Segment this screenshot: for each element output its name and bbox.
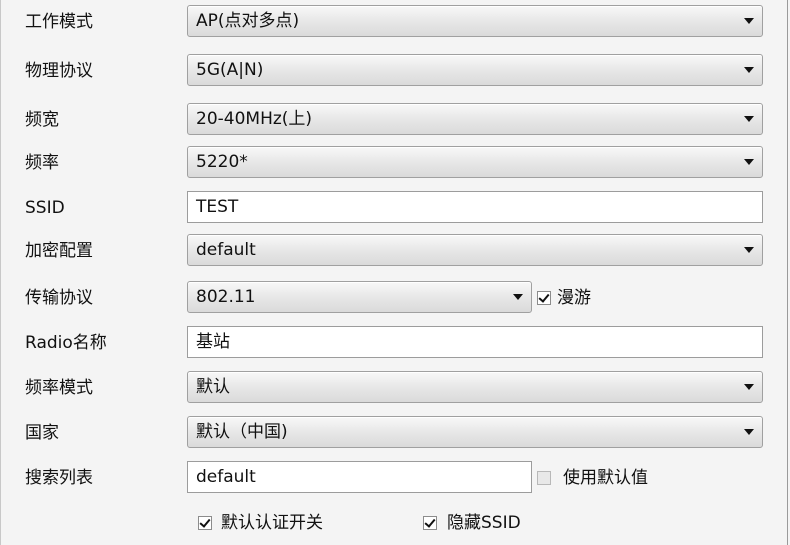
chevron-down-icon [744, 384, 754, 390]
encryption-value: default [196, 240, 256, 260]
chevron-down-icon [513, 294, 523, 300]
chevron-down-icon [744, 67, 754, 73]
country-select[interactable]: 默认（中国) [187, 416, 763, 448]
use-default-checkbox[interactable] [537, 471, 551, 485]
check-icon [199, 516, 211, 528]
radio-name-label: Radio名称 [25, 333, 107, 353]
row-work-mode: 工作模式 AP(点对多点) [1, 0, 790, 44]
chevron-down-icon [744, 247, 754, 253]
frequency-mode-select[interactable]: 默认 [187, 371, 763, 403]
search-list-input[interactable]: default [187, 461, 532, 493]
row-search-list: 搜索列表 default 使用默认值 [1, 456, 790, 500]
row-frequency-mode: 频率模式 默认 [1, 366, 790, 410]
frequency-mode-value: 默认 [196, 377, 230, 397]
country-label: 国家 [25, 423, 59, 443]
use-default-label: 使用默认值 [563, 468, 648, 488]
roaming-label: 漫游 [557, 288, 591, 308]
row-physical-protocol: 物理协议 5G(A|N) [1, 49, 790, 93]
transport-protocol-value: 802.11 [196, 287, 256, 307]
auth-switch-checkbox[interactable] [198, 516, 212, 530]
frequency-select[interactable]: 5220* [187, 146, 763, 178]
auth-switch-label: 默认认证开关 [221, 513, 323, 533]
check-icon [538, 291, 550, 303]
wireless-settings-panel: 工作模式 AP(点对多点) 物理协议 5G(A|N) 频宽 20-40MHz(上… [0, 0, 788, 545]
encryption-select[interactable]: default [187, 234, 763, 266]
bandwidth-label: 频宽 [25, 110, 59, 130]
row-bandwidth: 频宽 20-40MHz(上) [1, 98, 790, 142]
bandwidth-value: 20-40MHz(上) [196, 109, 313, 129]
row-country: 国家 默认（中国) [1, 411, 790, 455]
frequency-mode-label: 频率模式 [25, 378, 93, 398]
frequency-label: 频率 [25, 153, 59, 173]
ssid-label: SSID [25, 198, 65, 218]
chevron-down-icon [744, 116, 754, 122]
work-mode-label: 工作模式 [25, 12, 93, 32]
row-encryption: 加密配置 default [1, 229, 790, 273]
row-ssid: SSID TEST [1, 186, 790, 230]
physical-protocol-select[interactable]: 5G(A|N) [187, 54, 763, 86]
chevron-down-icon [744, 18, 754, 24]
physical-protocol-label: 物理协议 [25, 61, 93, 81]
country-value: 默认（中国) [196, 422, 288, 442]
ssid-input[interactable]: TEST [187, 191, 763, 223]
row-radio-name: Radio名称 基站 [1, 321, 790, 365]
roaming-checkbox[interactable] [537, 291, 551, 305]
chevron-down-icon [744, 159, 754, 165]
check-icon [424, 516, 436, 528]
transport-protocol-label: 传输协议 [25, 288, 93, 308]
work-mode-select[interactable]: AP(点对多点) [187, 5, 763, 37]
row-checkbox-options: 默认认证开关 隐藏SSID [1, 501, 790, 545]
row-transport-protocol: 传输协议 802.11 漫游 [1, 276, 790, 320]
chevron-down-icon [744, 429, 754, 435]
radio-name-input[interactable]: 基站 [187, 326, 763, 358]
bandwidth-select[interactable]: 20-40MHz(上) [187, 103, 763, 135]
hide-ssid-checkbox[interactable] [423, 516, 437, 530]
hide-ssid-label: 隐藏SSID [447, 513, 521, 533]
work-mode-value: AP(点对多点) [196, 11, 300, 31]
physical-protocol-value: 5G(A|N) [196, 60, 264, 80]
transport-protocol-select[interactable]: 802.11 [187, 281, 532, 313]
search-list-label: 搜索列表 [25, 468, 93, 488]
encryption-label: 加密配置 [25, 241, 93, 261]
row-frequency: 频率 5220* [1, 141, 790, 185]
frequency-value: 5220* [196, 152, 248, 172]
